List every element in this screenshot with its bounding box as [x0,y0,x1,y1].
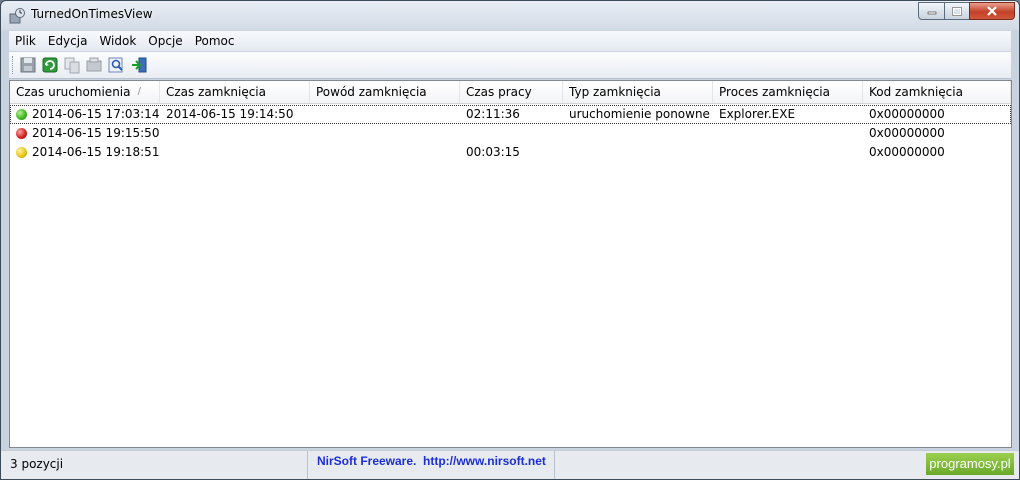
status-red-icon [16,128,27,139]
minimize-button[interactable] [918,2,945,20]
column-header-label: Czas uruchomienia [16,85,131,99]
exit-icon[interactable] [130,55,150,75]
cell-shutdown-code: 0x00000000 [869,126,945,140]
cell-uptime: 00:03:15 [466,145,520,159]
menu-bar: Plik Edycja Widok Opcje Pomoc [9,31,1011,52]
cell-shutdown-code: 0x00000000 [869,107,945,121]
menu-options[interactable]: Opcje [142,31,188,51]
status-green-icon [16,109,27,120]
table-row[interactable]: 2014-06-15 19:15:50 0x00000000 [10,124,1011,143]
cell-shutdown-time: 2014-06-15 19:14:50 [166,107,294,121]
cell-start-time: 2014-06-15 19:18:51 [32,145,160,159]
window-title: TurnedOnTimesView [31,7,153,21]
column-header-shutdown-code[interactable]: Kod zamknięcia [863,81,1011,103]
column-header-shutdown-reason[interactable]: Powód zamknięcia [310,81,460,103]
cell-uptime: 02:11:36 [466,107,520,121]
nirsoft-link[interactable]: NirSoft Freeware. http://www.nirsoft.net [317,454,546,468]
maximize-icon [952,6,962,16]
status-bar: 3 pozycji NirSoft Freeware. http://www.n… [1,450,1019,479]
main-window: TurnedOnTimesView Plik Edycja Widok Opcje Po… [0,0,1020,480]
cell-shutdown-process: Explorer.EXE [719,107,796,121]
status-yellow-icon [16,147,27,158]
refresh-icon[interactable] [40,55,60,75]
watermark-badge: programosy.pl [926,453,1014,475]
close-icon [987,6,997,16]
cell-shutdown-type: uruchomienie ponowne [569,107,710,121]
column-header-shutdown-type[interactable]: Typ zamknięcia [563,81,713,103]
window-controls [918,2,1015,20]
column-header-start-time[interactable]: Czas uruchomienia / [10,81,160,103]
title-bar[interactable]: TurnedOnTimesView [1,1,1019,31]
status-divider [307,451,308,479]
cell-start-time: 2014-06-15 17:03:14 [32,107,160,121]
copy-icon[interactable] [62,55,82,75]
toolbar-grip[interactable] [12,56,15,74]
menu-edit[interactable]: Edycja [42,31,94,51]
app-icon [9,8,25,24]
times-list[interactable]: Czas uruchomienia / Czas zamknięcia Powó… [9,80,1012,448]
column-header-shutdown-time[interactable]: Czas zamknięcia [160,81,310,103]
table-row[interactable]: 2014-06-15 17:03:14 2014-06-15 19:14:50 … [10,105,1011,124]
menu-file[interactable]: Plik [9,31,42,51]
minimize-icon [927,11,936,15]
item-count: 3 pozycji [10,457,64,471]
toolbar [9,52,1011,79]
find-icon[interactable] [106,55,126,75]
properties-icon[interactable] [84,55,104,75]
menu-view[interactable]: Widok [93,31,142,51]
close-button[interactable] [969,2,1015,20]
table-row[interactable]: 2014-06-15 19:18:51 00:03:15 0x00000000 [10,143,1011,162]
save-icon[interactable] [18,55,38,75]
menu-help[interactable]: Pomoc [189,31,241,51]
column-header-shutdown-process[interactable]: Proces zamknięcia [713,81,863,103]
cell-shutdown-code: 0x00000000 [869,145,945,159]
status-divider [554,451,555,479]
list-header: Czas uruchomienia / Czas zamknięcia Powó… [10,81,1011,104]
maximize-button[interactable] [944,2,970,20]
column-header-uptime[interactable]: Czas pracy [460,81,563,103]
cell-start-time: 2014-06-15 19:15:50 [32,126,160,140]
sort-indicator: / [137,86,141,97]
